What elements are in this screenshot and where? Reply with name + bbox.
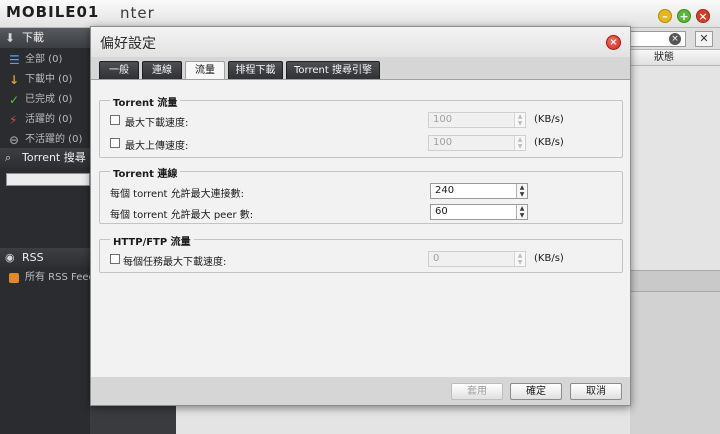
- sidebar-item-all[interactable]: ☰ 全部 (0): [0, 50, 90, 70]
- max-connections-stepper[interactable]: 240 ▲ ▼: [430, 183, 528, 199]
- window-close-button[interactable]: ×: [696, 9, 710, 23]
- download-arrow-icon: ↓: [9, 73, 20, 87]
- sidebar-item-label: 不活躍的 (0): [25, 134, 83, 145]
- dialog-title: 偏好設定: [100, 36, 156, 52]
- preferences-dialog: 偏好設定 × 一般 連線 流量 排程下載 Torrent 搜尋引擎 Torren…: [90, 26, 631, 406]
- max-task-download-label: 每個任務最大下載速度:: [123, 257, 227, 268]
- max-upload-stepper[interactable]: 100 ▲ ▼: [428, 135, 526, 151]
- max-download-stepper[interactable]: 100 ▲ ▼: [428, 112, 526, 128]
- rss-icon: ◉: [5, 251, 15, 264]
- ok-button[interactable]: 確定: [510, 383, 562, 400]
- panel-divider[interactable]: [630, 270, 720, 292]
- minimize-button[interactable]: –: [658, 9, 672, 23]
- max-peers-stepper[interactable]: 60 ▲ ▼: [430, 204, 528, 220]
- stepper-arrows-icon[interactable]: ▲ ▼: [514, 113, 525, 127]
- status-bar: [90, 406, 176, 434]
- tab-schedule[interactable]: 排程下載: [228, 61, 283, 79]
- max-task-download-value: 0: [433, 253, 440, 264]
- max-connections-label: 每個 torrent 允許最大連接數:: [110, 189, 245, 200]
- max-upload-value: 100: [433, 137, 453, 148]
- app-logo: MOBILE01: [6, 3, 100, 21]
- status-column-label: 狀態: [654, 52, 674, 63]
- tab-connection[interactable]: 連線: [142, 61, 182, 79]
- max-peers-value: 60: [435, 206, 448, 217]
- max-connections-value: 240: [435, 185, 455, 196]
- sidebar-item-active[interactable]: ⚡ 活躍的 (0): [0, 110, 90, 130]
- stepper-arrows-icon[interactable]: ▲ ▼: [514, 136, 525, 150]
- max-peers-label: 每個 torrent 允許最大 peer 數:: [110, 210, 254, 221]
- max-task-download-unit: (KB/s): [534, 253, 564, 264]
- max-upload-label: 最大上傳速度:: [125, 141, 189, 152]
- dialog-titlebar[interactable]: 偏好設定 ×: [91, 27, 630, 57]
- search-icon: ⌕: [5, 151, 12, 164]
- sidebar-item-label: 全部 (0): [25, 54, 63, 65]
- group-title: HTTP/FTP 流量: [110, 233, 194, 248]
- sidebar-item-label: 已完成 (0): [25, 94, 73, 105]
- cancel-button[interactable]: 取消: [570, 383, 622, 400]
- torrent-search-input[interactable]: [6, 173, 90, 186]
- rss-feed-icon: [9, 273, 19, 283]
- active-icon: ⚡: [9, 113, 18, 127]
- column-header-status[interactable]: 狀態: [630, 50, 720, 66]
- sidebar-item-downloading[interactable]: ↓ 下載中 (0): [0, 70, 90, 90]
- app-titlebar: MOBILE01 nter – + ×: [0, 0, 720, 28]
- inactive-icon: ⊖: [9, 133, 20, 147]
- torrent-connection-group: Torrent 連線 每個 torrent 允許最大連接數: 240 ▲ ▼ 每個…: [99, 165, 623, 224]
- max-download-unit: (KB/s): [534, 114, 564, 125]
- group-title: Torrent 連線: [110, 165, 181, 180]
- torrent-traffic-group: Torrent 流量 最大下載速度: 100 ▲ ▼ (KB/s) 最大上傳速度:…: [99, 94, 623, 158]
- max-task-download-stepper[interactable]: 0 ▲ ▼: [428, 251, 526, 267]
- group-title: Torrent 流量: [110, 94, 181, 109]
- rss-all-feeds-item[interactable]: 所有 RSS Feeds: [0, 268, 90, 288]
- maximize-button[interactable]: +: [677, 9, 691, 23]
- dialog-close-icon[interactable]: ×: [606, 35, 621, 50]
- sidebar-item-label: 下載中 (0): [25, 74, 73, 85]
- traffic-settings-panel: Torrent 流量 最大下載速度: 100 ▲ ▼ (KB/s) 最大上傳速度:…: [91, 79, 630, 377]
- max-download-label: 最大下載速度:: [125, 118, 189, 129]
- app-title: nter: [120, 4, 155, 22]
- sidebar-item-completed[interactable]: ✓ 已完成 (0): [0, 90, 90, 110]
- tab-traffic[interactable]: 流量: [185, 61, 225, 79]
- clear-search-icon[interactable]: ×: [669, 33, 681, 45]
- check-icon: ✓: [9, 93, 20, 107]
- list-icon: ☰: [9, 53, 20, 67]
- sidebar-item-label: 活躍的 (0): [25, 114, 73, 125]
- max-download-value: 100: [433, 114, 453, 125]
- detail-pane: [630, 292, 720, 434]
- torrent-search-label: Torrent 搜尋: [22, 151, 86, 164]
- tab-general[interactable]: 一般: [99, 61, 139, 79]
- max-task-download-checkbox[interactable]: [110, 254, 120, 264]
- rss-header[interactable]: ◉ RSS: [0, 248, 90, 268]
- torrent-search-header[interactable]: ⌕ Torrent 搜尋: [0, 148, 90, 168]
- max-download-checkbox[interactable]: [110, 115, 120, 125]
- stepper-arrows-icon[interactable]: ▲ ▼: [516, 184, 527, 198]
- apply-button[interactable]: 套用: [451, 383, 503, 400]
- tab-torrent-search-engine[interactable]: Torrent 搜尋引擎: [286, 61, 380, 79]
- max-upload-unit: (KB/s): [534, 137, 564, 148]
- close-panel-button[interactable]: ✕: [695, 31, 713, 47]
- sidebar: ⬇ 下載 ☰ 全部 (0) ↓ 下載中 (0) ✓ 已完成 (0) ⚡ 活躍的 …: [0, 28, 90, 434]
- download-header-icon: ⬇: [5, 31, 16, 45]
- sidebar-item-inactive[interactable]: ⊖ 不活躍的 (0): [0, 130, 90, 150]
- downloads-header-label: 下載: [22, 31, 44, 44]
- http-ftp-traffic-group: HTTP/FTP 流量 每個任務最大下載速度: 0 ▲ ▼ (KB/s): [99, 233, 623, 273]
- rss-header-label: RSS: [22, 251, 44, 264]
- stepper-arrows-icon[interactable]: ▲ ▼: [514, 252, 525, 266]
- rss-all-feeds-label: 所有 RSS Feeds: [25, 272, 90, 283]
- stepper-arrows-icon[interactable]: ▲ ▼: [516, 205, 527, 219]
- max-upload-checkbox[interactable]: [110, 138, 120, 148]
- downloads-header[interactable]: ⬇ 下載: [0, 28, 90, 48]
